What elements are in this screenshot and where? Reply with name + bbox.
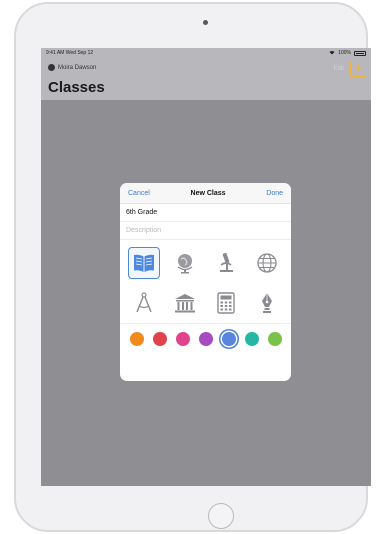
- color-swatch-teal[interactable]: [244, 332, 259, 346]
- edit-button[interactable]: Edit: [334, 66, 344, 72]
- museum-icon: [175, 294, 196, 313]
- icon-picker: [120, 240, 291, 324]
- nav-actions: Edit +: [334, 61, 366, 77]
- battery-icon: [354, 50, 366, 56]
- pen-nib-icon: [261, 293, 272, 313]
- cancel-button[interactable]: Cancel: [128, 190, 150, 197]
- globe-icon: [177, 254, 193, 274]
- done-button[interactable]: Done: [266, 190, 283, 197]
- icon-option-museum[interactable]: [165, 285, 206, 321]
- status-right: 100%: [329, 50, 366, 57]
- icon-option-world[interactable]: [246, 245, 287, 281]
- camera: [203, 20, 208, 25]
- color-swatch-pink[interactable]: [175, 332, 190, 346]
- user-name: Moira Dawson: [58, 64, 97, 71]
- icon-option-calculator[interactable]: [206, 285, 247, 321]
- color-swatch-orange[interactable]: [129, 332, 144, 346]
- compass-icon: [136, 292, 153, 313]
- battery-percent: 100%: [338, 50, 351, 56]
- home-button[interactable]: [208, 503, 234, 529]
- user-switcher[interactable]: Moira Dawson: [48, 64, 96, 71]
- add-class-button[interactable]: +: [350, 61, 366, 77]
- microscope-icon: [219, 252, 233, 272]
- color-swatch-blue[interactable]: [221, 332, 236, 346]
- icon-option-pen[interactable]: [246, 285, 287, 321]
- status-time: 9:41 AM Wed Sep 12: [46, 50, 94, 56]
- icon-option-compass[interactable]: [124, 285, 165, 321]
- wifi-icon: [329, 50, 335, 57]
- color-picker: [120, 324, 291, 354]
- new-class-dialog: Cancel New Class Done 6th Grade Descript…: [120, 183, 291, 381]
- icon-option-microscope[interactable]: [206, 245, 247, 281]
- icon-option-book[interactable]: [124, 245, 165, 281]
- avatar: [48, 64, 55, 71]
- dialog-title: New Class: [190, 189, 226, 197]
- book-icon: [134, 254, 155, 272]
- class-name-field[interactable]: 6th Grade: [120, 204, 291, 222]
- status-bar: 9:41 AM Wed Sep 12 100%: [41, 48, 371, 58]
- description-field[interactable]: Description: [120, 222, 291, 240]
- navigation-bar: Moira Dawson Edit + Classes: [41, 58, 371, 100]
- calculator-icon: [217, 292, 235, 314]
- color-swatch-red[interactable]: [152, 332, 167, 346]
- color-swatch-green[interactable]: [267, 332, 282, 346]
- world-grid-icon: [256, 253, 277, 273]
- icon-option-globe[interactable]: [165, 245, 206, 281]
- page-title: Classes: [48, 79, 105, 96]
- color-swatch-purple[interactable]: [198, 332, 213, 346]
- selected-icon-frame: [128, 247, 161, 279]
- dialog-header: Cancel New Class Done: [120, 183, 291, 204]
